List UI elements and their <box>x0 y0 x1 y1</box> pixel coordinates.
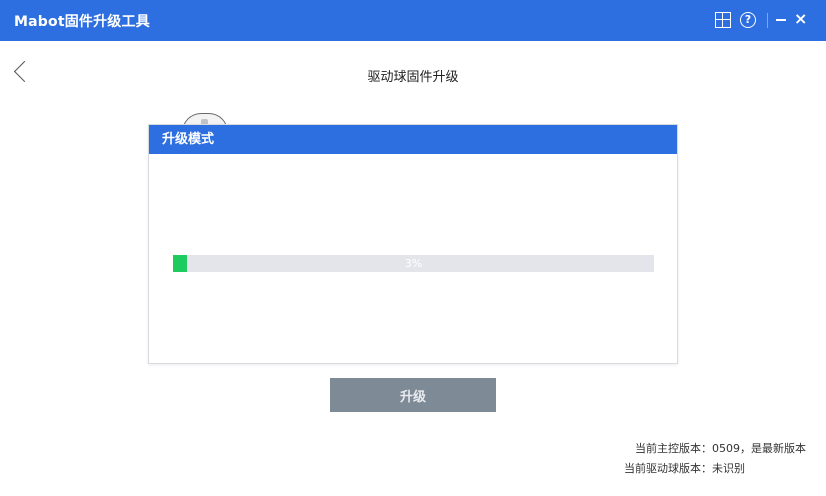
upgrade-mode-dialog: 升级模式 3% <box>148 124 678 364</box>
drive-version-value: 未识别 <box>712 462 745 475</box>
minimize-icon[interactable] <box>776 19 786 21</box>
titlebar-divider <box>767 13 768 28</box>
main-version-label: 当前主控版本： <box>635 442 712 455</box>
main-version-value: 0509，是最新版本 <box>712 442 806 455</box>
app-title: Mabot固件升级工具 <box>14 14 150 30</box>
page-title: 驱动球固件升级 <box>367 70 459 85</box>
dialog-title: 升级模式 <box>149 125 677 154</box>
progress-percent-text: 3% <box>404 257 423 270</box>
grid-icon[interactable] <box>715 12 731 28</box>
title-bar: Mabot固件升级工具 ? × <box>0 0 826 41</box>
main-controller-version: 当前主控版本：0509，是最新版本 <box>635 440 806 456</box>
drive-version-label: 当前驱动球版本： <box>624 462 712 475</box>
close-icon[interactable]: × <box>794 10 807 28</box>
drive-ball-version: 当前驱动球版本：未识别 <box>624 460 745 476</box>
upgrade-button[interactable]: 升级 <box>330 378 496 412</box>
progress-bar: 3% <box>173 255 654 272</box>
help-icon[interactable]: ? <box>740 12 756 28</box>
